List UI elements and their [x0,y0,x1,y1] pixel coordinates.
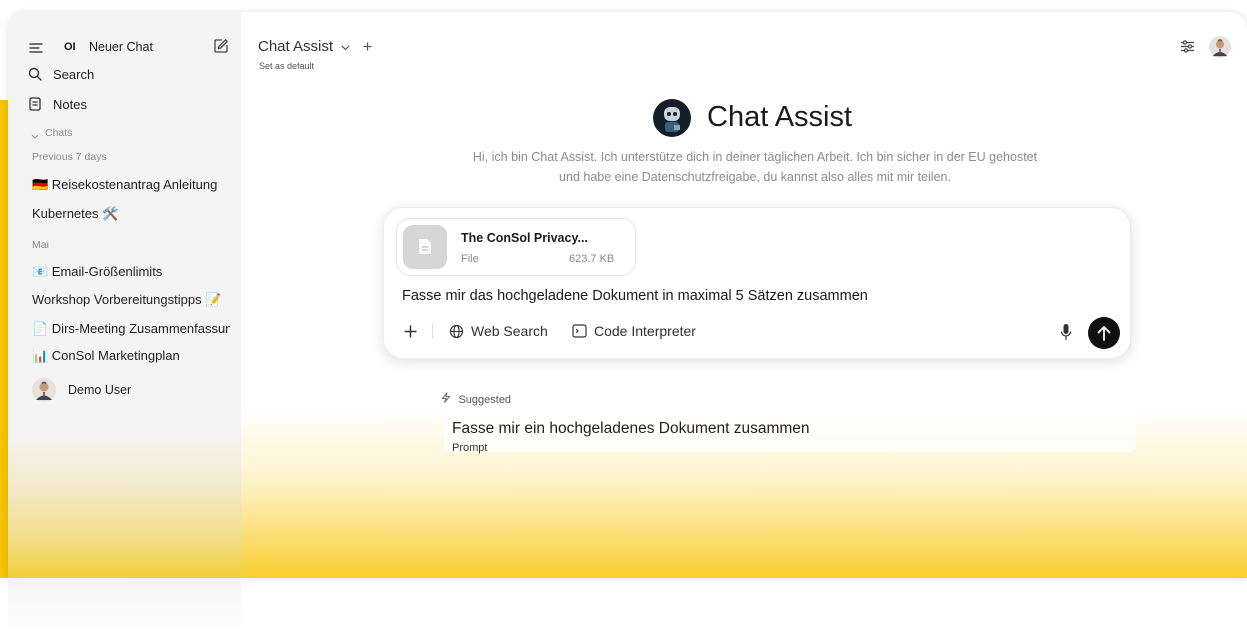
chevron-down-icon [341,38,354,55]
sidebar: OI Neuer Chat Search Notes Chats Previou… [8,12,241,578]
app-logo: OI [64,41,76,53]
sidebar-search[interactable]: Search [28,66,228,86]
group-label-mai: Mai [32,239,49,251]
code-interpreter-label: Code Interpreter [594,323,696,339]
add-model-icon[interactable] [363,38,372,55]
assistant-avatar-icon [652,98,692,143]
file-thumbnail [403,225,447,269]
set-default-link[interactable]: Set as default [259,61,314,71]
toolbar-divider [432,323,433,339]
chat-item[interactable]: Kubernetes 🛠️ [32,206,118,222]
user-name: Demo User [68,383,132,397]
chat-item[interactable]: 📊 ConSol Marketingplan [32,348,180,364]
sparkle-icon [441,390,455,407]
sidebar-notes[interactable]: Notes [28,96,228,116]
terminal-icon [572,324,587,343]
app-window: OI Neuer Chat Search Notes Chats Previou… [8,12,1247,578]
window-reflection [8,580,241,638]
send-button[interactable] [1088,317,1120,349]
document-icon [418,238,432,260]
chat-item[interactable]: 📧 Email-Größenlimits [32,264,162,280]
file-size: 623.7 KB [569,253,615,265]
header-avatar[interactable] [1209,36,1231,63]
chat-item[interactable]: 📄 Dirs-Meeting Zusammenfassung [32,321,230,336]
chat-item-clip: 📄 Dirs-Meeting Zusammenfassung [32,320,230,338]
globe-icon [449,324,464,344]
file-name: The ConSol Privacy... [461,231,588,245]
chats-section-label[interactable]: Chats [45,127,72,139]
new-chat-edit-icon[interactable] [213,38,229,59]
attached-file-card[interactable]: The ConSol Privacy... File 623.7 KB [396,218,636,276]
file-type: File [461,253,479,265]
add-attachment-icon[interactable] [404,325,417,343]
group-label-previous: Previous 7 days [32,151,107,163]
avatar [32,378,56,407]
model-selector[interactable]: Chat Assist [258,38,372,56]
suggestion-subtitle: Prompt [452,442,488,454]
chevron-down-icon[interactable] [31,127,39,145]
suggested-header: Suggested [441,390,511,408]
chat-item[interactable]: 🇩🇪 Reisekostenantrag Anleitung [32,177,217,193]
hero-description: Hi, ich bin Chat Assist. Ich unterstütze… [472,150,1038,184]
suggested-label: Suggested [458,394,512,406]
suggestion-item[interactable]: Fasse mir ein hochgeladenes Dokument zus… [444,412,1136,454]
notes-label: Notes [53,97,87,112]
new-chat-label[interactable]: Neuer Chat [89,40,153,54]
search-icon [28,67,42,86]
message-input[interactable]: Fasse mir das hochgeladene Dokument in m… [402,288,1102,304]
web-search-label: Web Search [471,323,548,339]
model-name: Chat Assist [258,38,334,55]
microphone-icon[interactable] [1060,323,1072,346]
chat-item[interactable]: Workshop Vorbereitungstipps 📝 [32,292,221,308]
hero-title: Chat Assist [707,101,853,133]
suggestion-title: Fasse mir ein hochgeladenes Dokument zus… [452,420,810,437]
arrow-up-icon [1097,325,1111,346]
sidebar-toggle-icon[interactable] [29,41,43,59]
search-label: Search [53,67,95,82]
user-menu[interactable]: Demo User [32,378,232,406]
notes-icon [29,97,41,116]
controls-icon[interactable] [1180,40,1195,58]
message-composer: The ConSol Privacy... File 623.7 KB Fass… [383,207,1131,359]
